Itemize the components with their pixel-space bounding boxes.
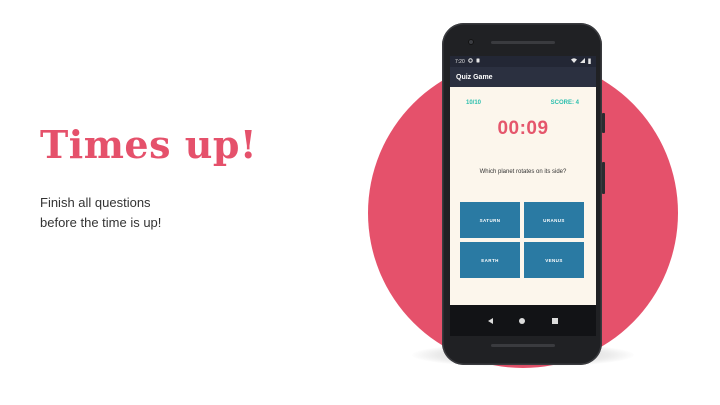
answer-button-saturn[interactable]: SATURN [460,202,520,238]
question-text: Which planet rotates on its side? [479,169,567,175]
app-title: Quiz Game [456,73,493,81]
back-icon[interactable] [488,317,494,324]
subtext-line-2: before the time is up! [40,215,162,230]
app-bar: Quiz Game [450,67,596,87]
signal-icon [580,58,585,65]
wifi-icon [571,58,577,65]
home-icon[interactable] [519,317,526,324]
top-speaker [491,41,555,44]
phone-side-button-volume [602,162,605,194]
question-progress: 10/10 [466,100,482,106]
status-time: 7:20 [455,58,465,65]
front-camera [468,39,474,45]
answer-button-venus[interactable]: VENUS [524,242,584,278]
subtext-line-1: Finish all questions [40,195,151,210]
navigation-bar [450,305,596,336]
settings-icon [467,58,473,65]
bottom-speaker [491,344,555,347]
battery-icon [588,58,591,66]
answer-grid: SATURN URANUS EARTH VENUS [460,202,584,278]
quiz-content: 10/10 SCORE: 4 00:09 Which planet rotate… [450,87,596,305]
status-bar: 7:20 [450,56,596,67]
phone-screen: 7:20 Quiz Game 10/10 SCORE: 4 00:09 Whic… [450,56,596,336]
phone-side-button-power [602,113,605,133]
headline: Times up! [40,122,258,167]
notification-icon [476,58,480,65]
countdown-timer: 00:09 [497,118,549,139]
answer-button-earth[interactable]: EARTH [460,242,520,278]
recent-apps-icon[interactable] [551,317,558,324]
score-label: SCORE: 4 [550,100,579,106]
subtext: Finish all questions before the time is … [40,193,260,233]
answer-button-uranus[interactable]: URANUS [524,202,584,238]
